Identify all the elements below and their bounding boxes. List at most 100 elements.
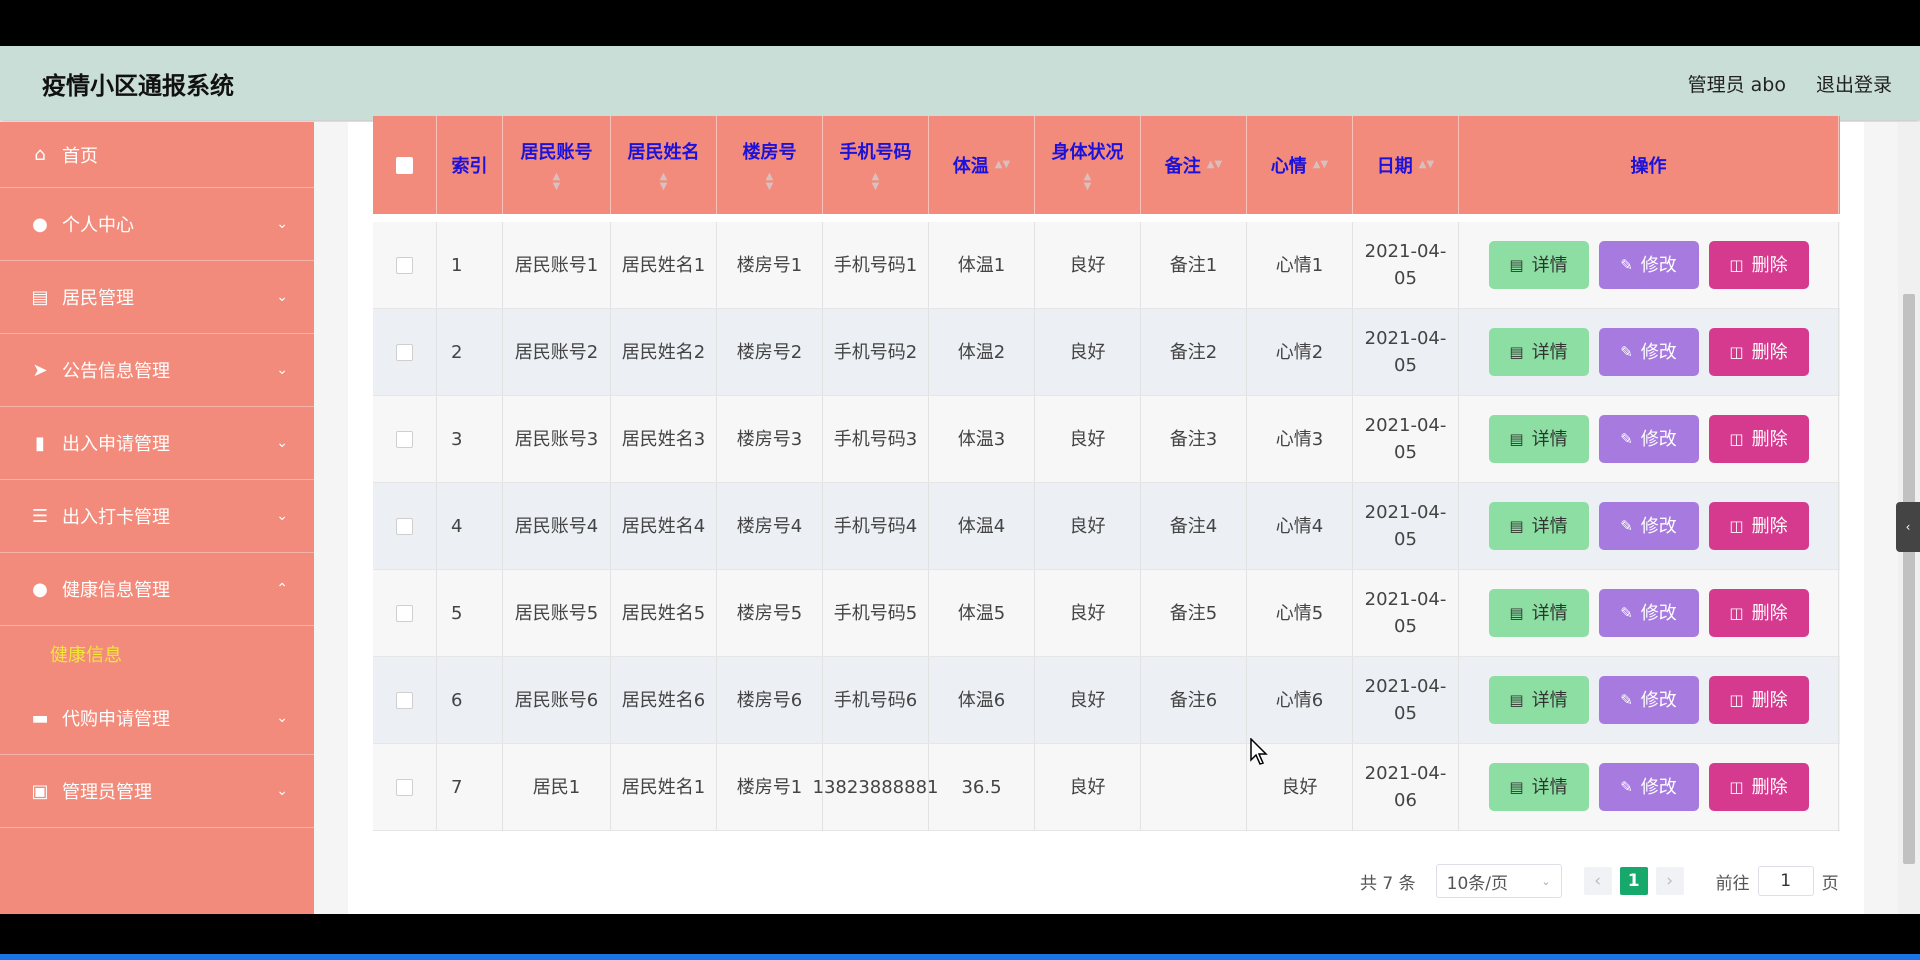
row-checkbox[interactable] — [396, 691, 413, 709]
cell-mood: 心情1 — [1247, 222, 1353, 308]
send-icon: ➤ — [32, 359, 48, 381]
sidebar-item-6[interactable]: ● 健康信息管理 ⌃ — [0, 553, 314, 626]
row-checkbox[interactable] — [396, 343, 413, 361]
sort-icon[interactable]: ▲▼ — [872, 172, 880, 192]
prev-page-button[interactable]: ‹ — [1583, 867, 1612, 895]
current-page-button[interactable]: 1 — [1619, 867, 1648, 895]
column-header-3[interactable]: 楼房号 ▲ ▼ — [717, 116, 823, 214]
delete-button[interactable]: ◫ 删除 — [1708, 589, 1809, 637]
scroll-thumb[interactable] — [1903, 294, 1915, 864]
delete-button-label: 删除 — [1751, 776, 1788, 798]
sidebar-item-label: 公告信息管理 — [62, 361, 170, 382]
edit-button-label: 修改 — [1640, 689, 1677, 711]
sidebar-item-1[interactable]: ● 个人中心 ⌄ — [0, 188, 314, 261]
edit-button[interactable]: ✎ 修改 — [1598, 589, 1699, 637]
row-select-cell — [373, 222, 437, 308]
sidebar-item-7[interactable]: ▬ 代购申请管理 ⌄ — [0, 682, 314, 755]
sort-icon[interactable]: ▲▼ — [766, 172, 774, 192]
sidebar-item-4[interactable]: ▮ 出入申请管理 ⌄ — [0, 407, 314, 480]
submenu-item-health-info[interactable]: 健康信息 — [0, 626, 314, 682]
collapse-tab-icon[interactable]: ‹ — [1896, 502, 1920, 552]
row-checkbox[interactable] — [396, 517, 413, 535]
column-header-4[interactable]: 手机号码 ▲ ▼ — [823, 116, 929, 214]
cell-idx: 4 — [437, 483, 503, 569]
cell-name: 居民姓名4 — [611, 483, 717, 569]
delete-button[interactable]: ◫ 删除 — [1708, 676, 1809, 724]
sidebar-item-5[interactable]: ☰ 出入打卡管理 ⌄ — [0, 480, 314, 553]
column-header-label: 手机号码 — [839, 142, 912, 163]
column-header-7[interactable]: 备注 ▲▼ — [1141, 116, 1247, 214]
column-header-1[interactable]: 居民账号 ▲ ▼ — [503, 116, 611, 214]
sidebar-item-0[interactable]: ⌂ 首页 — [0, 122, 314, 188]
detail-button[interactable]: ▤ 详情 — [1488, 502, 1589, 550]
delete-button[interactable]: ◫ 删除 — [1708, 241, 1809, 289]
column-header-2[interactable]: 居民姓名 ▲ ▼ — [611, 116, 717, 214]
column-header-9[interactable]: 日期 ▲▼ — [1353, 116, 1459, 214]
pencil-icon: ✎ — [1620, 777, 1633, 796]
cell-health: 良好 — [1035, 570, 1141, 656]
sidebar-item-8[interactable]: ▣ 管理员管理 ⌄ — [0, 755, 314, 828]
edit-button-label: 修改 — [1640, 428, 1677, 450]
select-all-checkbox[interactable] — [396, 156, 413, 174]
logout-link[interactable]: 退出登录 — [1816, 70, 1892, 97]
row-checkbox[interactable] — [396, 256, 413, 274]
sidebar-item-label: 个人中心 — [62, 215, 134, 236]
column-header-label: 备注 — [1164, 156, 1201, 177]
cell-temp: 体温5 — [929, 570, 1035, 656]
bottom-progress-bar — [0, 954, 1920, 960]
home-icon: ⌂ — [34, 144, 46, 165]
page-size-select[interactable]: 10条/页 ⌄ — [1435, 864, 1562, 898]
column-header-0: 索引 — [437, 116, 503, 214]
goto-label: 前往 — [1715, 873, 1750, 894]
sort-icon[interactable]: ▲▼ — [995, 160, 1010, 170]
row-checkbox[interactable] — [396, 430, 413, 448]
delete-button[interactable]: ◫ 删除 — [1708, 328, 1809, 376]
edit-button[interactable]: ✎ 修改 — [1598, 415, 1699, 463]
edit-button[interactable]: ✎ 修改 — [1598, 763, 1699, 811]
sidebar-item-2[interactable]: ▤ 居民管理 ⌄ — [0, 261, 314, 334]
cell-phone: 手机号码4 — [823, 483, 929, 569]
edit-button[interactable]: ✎ 修改 — [1598, 502, 1699, 550]
sort-icon[interactable]: ▲▼ — [1313, 160, 1328, 170]
sort-icon[interactable]: ▲▼ — [1207, 160, 1222, 170]
column-header-label: 操作 — [1630, 156, 1667, 177]
column-header-8[interactable]: 心情 ▲▼ — [1247, 116, 1353, 214]
edit-button[interactable]: ✎ 修改 — [1598, 328, 1699, 376]
cell-building: 楼房号1 — [717, 744, 823, 830]
sidebar: ⌂ 首页 ● 个人中心 ⌄ ▤ 居民管理 ⌄ ➤ 公告信息管理 ⌄ ▮ 出入申请管理 ⌄ ☰ 出入打卡管理 ⌄ ●… — [0, 122, 314, 914]
cell-name: 居民姓名5 — [611, 570, 717, 656]
detail-button[interactable]: ▤ 详情 — [1488, 589, 1589, 637]
edit-button[interactable]: ✎ 修改 — [1598, 241, 1699, 289]
cell-actions: ▤ 详情 ✎ 修改 ◫ 删除 — [1459, 396, 1839, 482]
chevron-down-icon: ⌄ — [276, 783, 288, 799]
sidebar-item-label: 健康信息管理 — [62, 580, 170, 601]
column-header-6[interactable]: 身体状况 ▲ ▼ — [1035, 116, 1141, 214]
detail-button[interactable]: ▤ 详情 — [1488, 328, 1589, 376]
sort-icon[interactable]: ▲▼ — [1084, 172, 1092, 192]
next-page-button[interactable]: › — [1655, 867, 1684, 895]
sort-icon[interactable]: ▲▼ — [1419, 160, 1434, 170]
detail-button[interactable]: ▤ 详情 — [1488, 241, 1589, 289]
detail-button-label: 详情 — [1531, 341, 1568, 363]
row-checkbox[interactable] — [396, 778, 413, 796]
detail-button[interactable]: ▤ 详情 — [1488, 763, 1589, 811]
cell-date: 2021-04-05 — [1353, 396, 1459, 482]
cell-mood: 心情6 — [1247, 657, 1353, 743]
delete-button[interactable]: ◫ 删除 — [1708, 763, 1809, 811]
trash-icon: ◫ — [1729, 603, 1744, 622]
delete-button[interactable]: ◫ 删除 — [1708, 502, 1809, 550]
cell-building: 楼房号5 — [717, 570, 823, 656]
edit-button[interactable]: ✎ 修改 — [1598, 676, 1699, 724]
column-header-label: 居民账号 — [520, 142, 593, 163]
row-checkbox[interactable] — [396, 604, 413, 622]
goto-page-input[interactable]: 1 — [1757, 866, 1814, 896]
sidebar-item-3[interactable]: ➤ 公告信息管理 ⌄ — [0, 334, 314, 407]
sort-icon[interactable]: ▲▼ — [553, 172, 561, 192]
delete-button[interactable]: ◫ 删除 — [1708, 415, 1809, 463]
sort-icon[interactable]: ▲▼ — [660, 172, 668, 192]
detail-button[interactable]: ▤ 详情 — [1488, 676, 1589, 724]
detail-button[interactable]: ▤ 详情 — [1488, 415, 1589, 463]
column-header-5[interactable]: 体温 ▲▼ — [929, 116, 1035, 214]
sidebar-item-label: 居民管理 — [62, 288, 134, 309]
cell-note: 备注2 — [1141, 309, 1247, 395]
